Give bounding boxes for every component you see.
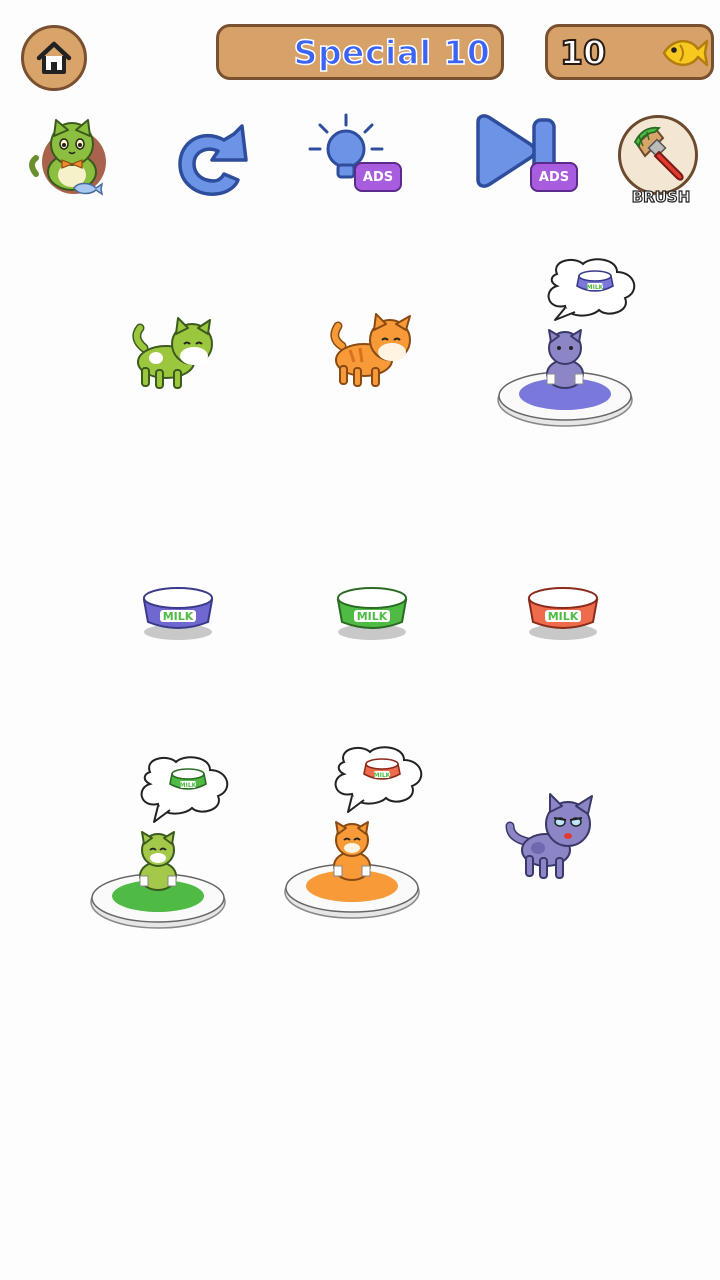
level-title: Special 10 <box>293 32 491 73</box>
cat-purple-on-plate[interactable]: MILK <box>495 256 641 432</box>
fish-counter: 10 <box>545 24 714 80</box>
cat-orange-on-plate[interactable]: MILK <box>282 744 428 922</box>
level-indicator: Special 10 <box>216 24 504 80</box>
undo-button[interactable] <box>172 118 252 202</box>
milk-label-green: MILK <box>357 610 388 623</box>
cat-orange-walking[interactable] <box>326 312 418 392</box>
brush-label: BRUSH <box>631 187 691 206</box>
milk-bowl-purple[interactable]: MILK <box>138 578 218 644</box>
brush-button[interactable]: BRUSH <box>618 115 698 207</box>
cat-green-on-plate[interactable]: MILK <box>88 754 234 932</box>
paint-brush-icon <box>633 126 684 181</box>
fish-count: 10 <box>559 32 607 73</box>
cat-purple-walking[interactable] <box>504 792 598 882</box>
milk-bowl-red[interactable]: MILK <box>523 578 603 644</box>
house-icon <box>36 41 72 74</box>
bubble-milk-label: MILK <box>587 284 604 291</box>
bubble-milk-label: MILK <box>374 772 391 779</box>
bubble-milk-label: MILK <box>180 782 197 789</box>
milk-label-red: MILK <box>548 610 579 623</box>
hint-ads-badge[interactable]: ADS <box>354 162 402 192</box>
home-button[interactable] <box>21 25 87 91</box>
milk-label-purple: MILK <box>163 610 194 623</box>
fish-icon <box>662 39 709 67</box>
cat-shop-button[interactable] <box>26 118 110 200</box>
cat-green-walking[interactable] <box>130 314 220 394</box>
skip-ads-badge[interactable]: ADS <box>530 162 578 192</box>
milk-bowl-green[interactable]: MILK <box>332 578 412 644</box>
